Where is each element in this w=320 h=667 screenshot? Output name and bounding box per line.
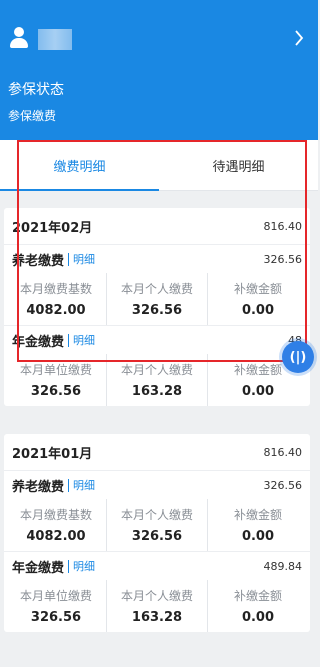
month-card: 2021年01月 816.40 养老缴费 明细 326.56 本月缴费基数 40… [4, 434, 310, 632]
floating-button-label: (|) [289, 349, 307, 365]
stat-col: 本月个人缴费 163.28 [107, 580, 208, 632]
insurance-status-sub: 参保缴费 [8, 109, 57, 123]
pension-section: 养老缴费 明细 326.56 本月缴费基数 4082.00 本月个人缴费 326… [4, 245, 310, 326]
stat-label: 本月个人缴费 [120, 363, 193, 377]
divider [68, 252, 70, 266]
chevron-right-icon[interactable] [294, 29, 304, 47]
insurance-status-title: 参保状态 [8, 82, 64, 98]
floating-action-button[interactable]: (|) [282, 341, 314, 373]
stat-label: 本月个人缴费 [120, 508, 193, 522]
stat-value: 4082.00 [26, 529, 86, 544]
stat-label: 补缴金额 [233, 589, 282, 603]
stat-label: 本月单位缴费 [19, 589, 92, 603]
stat-value: 326.56 [131, 529, 183, 544]
stat-label: 本月单位缴费 [19, 363, 92, 377]
stat-col: 本月个人缴费 326.56 [107, 273, 208, 325]
stat-label: 补缴金额 [233, 282, 282, 296]
stat-value: 326.56 [30, 610, 82, 625]
divider [68, 478, 70, 492]
stat-value: 163.28 [131, 610, 183, 625]
section-name: 年金缴费 [12, 560, 65, 576]
month-date: 2021年02月 [12, 220, 93, 236]
stat-value: 326.56 [131, 303, 183, 318]
month-date: 2021年01月 [12, 446, 93, 462]
section-total: 489.84 [263, 559, 303, 573]
stat-value: 0.00 [241, 529, 275, 544]
user-name-redacted [38, 29, 72, 50]
stat-label: 补缴金额 [233, 508, 282, 522]
annuity-section: 年金缴费 明细 48 本月单位缴费 326.56 本月个人缴费 163.28 补… [4, 326, 310, 406]
stat-label: 本月个人缴费 [120, 282, 193, 296]
section-total: 326.56 [263, 478, 303, 492]
stat-col: 补缴金额 0.00 [208, 580, 308, 632]
stat-col: 本月单位缴费 326.56 [6, 580, 107, 632]
stat-value: 0.00 [241, 384, 275, 399]
stat-value: 0.00 [241, 303, 275, 318]
stat-value: 0.00 [241, 610, 275, 625]
month-total: 816.40 [263, 445, 303, 459]
details-link[interactable]: 明细 [73, 477, 95, 493]
section-name: 养老缴费 [12, 253, 65, 269]
details-link[interactable]: 明细 [73, 332, 95, 348]
details-link[interactable]: 明细 [73, 251, 95, 267]
user-icon[interactable] [8, 27, 30, 49]
month-header: 2021年01月 816.40 [4, 434, 310, 471]
header: 参保状态 参保缴费 [0, 0, 318, 140]
annuity-section: 年金缴费 明细 489.84 本月单位缴费 326.56 本月个人缴费 163.… [4, 552, 310, 632]
month-card: 2021年02月 816.40 养老缴费 明细 326.56 本月缴费基数 40… [4, 208, 310, 406]
stat-col: 本月个人缴费 163.28 [107, 354, 208, 406]
stat-label: 本月缴费基数 [19, 282, 92, 296]
stat-value: 326.56 [30, 384, 82, 399]
stat-col: 本月缴费基数 4082.00 [6, 273, 107, 325]
stat-value: 4082.00 [26, 303, 86, 318]
tab-payment-details[interactable]: 缴费明细 [0, 140, 159, 191]
divider [68, 333, 70, 347]
month-total: 816.40 [263, 219, 303, 233]
stat-col: 本月单位缴费 326.56 [6, 354, 107, 406]
section-total: 326.56 [263, 252, 303, 266]
tab-benefit-details[interactable]: 待遇明细 [159, 140, 318, 190]
stat-col: 补缴金额 0.00 [208, 499, 308, 551]
details-link[interactable]: 明细 [73, 558, 95, 574]
stat-label: 本月个人缴费 [120, 589, 193, 603]
divider [68, 559, 70, 573]
pension-section: 养老缴费 明细 326.56 本月缴费基数 4082.00 本月个人缴费 326… [4, 471, 310, 552]
stat-label: 本月缴费基数 [19, 508, 92, 522]
stat-col: 补缴金额 0.00 [208, 273, 308, 325]
stat-col: 本月个人缴费 326.56 [107, 499, 208, 551]
stat-value: 163.28 [131, 384, 183, 399]
section-name: 养老缴费 [12, 479, 65, 495]
stat-col: 本月缴费基数 4082.00 [6, 499, 107, 551]
section-name: 年金缴费 [12, 334, 65, 350]
tab-bar: 缴费明细 待遇明细 [0, 140, 318, 191]
month-header: 2021年02月 816.40 [4, 208, 310, 245]
stat-label: 补缴金额 [233, 363, 282, 377]
